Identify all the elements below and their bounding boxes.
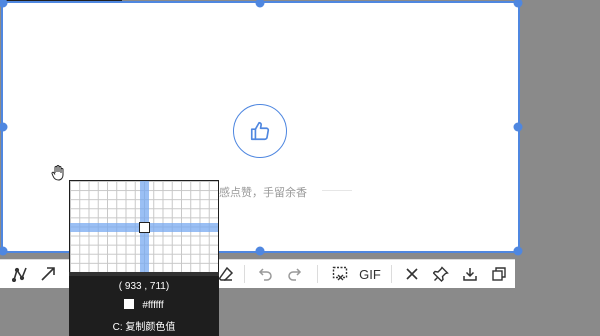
download-button[interactable] bbox=[459, 264, 481, 284]
magnifier-grid bbox=[70, 181, 218, 272]
download-icon bbox=[463, 268, 477, 281]
like-caption: 感点赞，手留余香 bbox=[219, 187, 307, 199]
pin-icon bbox=[433, 266, 449, 282]
color-hex: #ffffff bbox=[142, 300, 164, 311]
close-button[interactable] bbox=[401, 264, 423, 284]
gif-button[interactable]: GIF bbox=[357, 264, 383, 284]
arrow-tool-button[interactable] bbox=[37, 264, 59, 284]
copy-button[interactable] bbox=[488, 264, 510, 284]
polyline-tool-button[interactable] bbox=[9, 264, 31, 284]
color-swatch bbox=[124, 299, 135, 309]
toolbar-separator bbox=[391, 265, 392, 283]
crosshair-center-pixel bbox=[139, 222, 150, 233]
divider bbox=[322, 190, 352, 191]
arrow-icon bbox=[41, 267, 55, 281]
polyline-icon bbox=[12, 267, 27, 282]
copy-color-hint: C: 复制颜色值 bbox=[112, 322, 176, 333]
close-icon bbox=[406, 268, 418, 280]
scroll-capture-icon bbox=[332, 266, 347, 281]
resize-handle-top-right[interactable] bbox=[513, 0, 523, 8]
magnifier-toolbar-strip bbox=[69, 272, 219, 276]
toolbar-separator bbox=[317, 265, 318, 283]
copy-icon bbox=[492, 267, 506, 281]
redo-icon bbox=[288, 268, 302, 281]
resize-handle-bottom[interactable] bbox=[255, 246, 265, 256]
undo-button[interactable] bbox=[255, 264, 277, 284]
like-button[interactable] bbox=[233, 104, 287, 158]
redo-button[interactable] bbox=[283, 264, 305, 284]
eraser-icon bbox=[218, 266, 234, 281]
thumbs-up-icon bbox=[250, 121, 270, 141]
color-value-row: #ffffff bbox=[69, 299, 219, 311]
gif-label: GIF bbox=[359, 266, 381, 282]
undo-icon bbox=[258, 268, 272, 281]
color-magnifier: ( 933 , 711) #ffffff C: 复制颜色值 bbox=[69, 180, 219, 336]
resize-handle-bottom-left[interactable] bbox=[0, 246, 8, 256]
toolbar-separator bbox=[244, 265, 245, 283]
hand-cursor-icon bbox=[51, 165, 64, 181]
resize-handle-bottom-right[interactable] bbox=[513, 246, 523, 256]
resize-handle-right[interactable] bbox=[513, 122, 523, 132]
cursor-coordinates: ( 933 , 711) bbox=[118, 281, 170, 292]
scroll-capture-button[interactable] bbox=[329, 264, 351, 284]
pin-button[interactable] bbox=[430, 264, 452, 284]
